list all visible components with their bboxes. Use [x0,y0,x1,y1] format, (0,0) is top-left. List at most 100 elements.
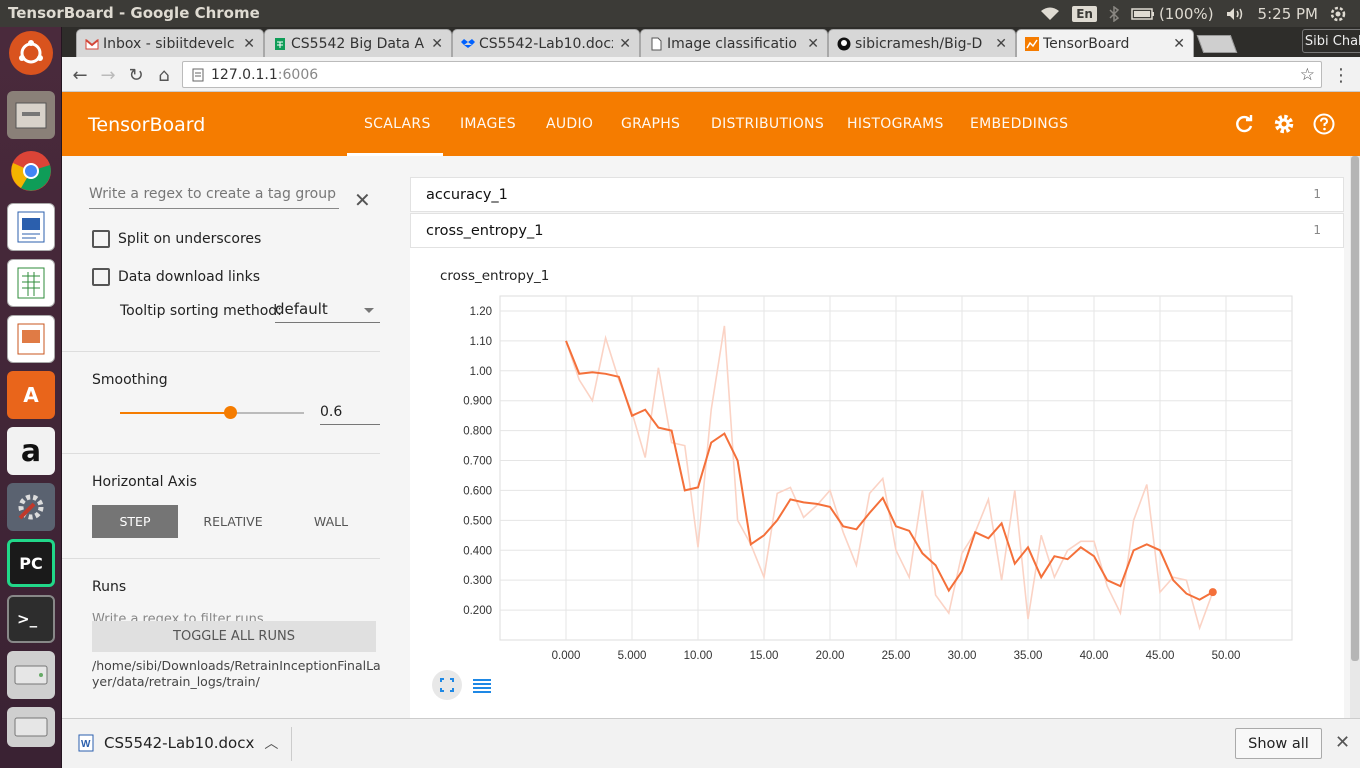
y-tick-label: 0.700 [463,456,492,468]
tensorboard-brand: TensorBoard [88,114,206,136]
browser-tab-strip: Inbox - sibiitdevelc ✕ CS5542 Big Data A… [62,27,1360,57]
y-tick-label: 1.00 [470,366,492,378]
browser-tab-image-classification[interactable]: Image classificatio ✕ [640,29,828,57]
svg-text:W: W [81,739,91,750]
back-arrow-icon[interactable]: ← [70,65,90,86]
page-scrollbar[interactable] [1350,156,1360,718]
tab-images[interactable]: IMAGES [460,116,516,132]
cross-entropy-chart[interactable]: 0.200 0.300 0.400 0.500 0.600 0.700 0.800 0.900… [410,248,1344,718]
home-icon[interactable]: ⌂ [154,65,174,86]
browser-tab-tensorboard[interactable]: TensorBoard ✕ [1016,29,1194,57]
y-tick-label: 1.10 [470,336,492,348]
terminal-icon[interactable]: >_ [7,595,55,643]
tab-histograms[interactable]: HISTOGRAMS [847,116,944,132]
smoothing-label: Smoothing [92,372,168,388]
wifi-icon[interactable] [1040,7,1060,21]
browser-tab-sheets[interactable]: CS5542 Big Data A ✕ [264,29,452,57]
refresh-icon[interactable] [1232,112,1256,136]
axis-step-button[interactable]: STEP [92,505,178,538]
browser-tab-dropbox[interactable]: CS5542-Lab10.docx ✕ [452,29,640,57]
chrome-menu-icon[interactable]: ⋮ [1332,65,1350,86]
x-tick-label: 0.000 [552,650,581,662]
new-tab-button[interactable] [1196,35,1238,53]
close-icon[interactable]: ✕ [431,36,443,52]
close-icon[interactable]: ✕ [243,36,255,52]
tooltip-sorting-label: Tooltip sorting method: [120,303,282,319]
profile-button[interactable]: Sibi Chakravar... [1302,29,1360,53]
close-icon[interactable]: ✕ [995,36,1007,52]
page-info-icon[interactable] [191,68,205,82]
tab-graphs[interactable]: GRAPHS [621,116,680,132]
smoothing-slider[interactable] [120,406,304,419]
close-icon[interactable]: ✕ [1173,36,1185,52]
settings-gear-icon[interactable] [1272,112,1296,136]
browser-tab-gmail[interactable]: Inbox - sibiitdevelc ✕ [76,29,264,57]
close-icon[interactable]: ✕ [1335,732,1350,753]
show-all-downloads-button[interactable]: Show all [1235,728,1322,759]
drive-icon-2[interactable] [7,707,55,747]
axis-relative-button[interactable]: RELATIVE [188,505,278,538]
close-icon[interactable]: ✕ [807,36,819,52]
toggle-all-runs-button[interactable]: TOGGLE ALL RUNS [92,621,376,652]
tensorboard-header: TensorBoard SCALARS IMAGES AUDIO GRAPHS … [62,92,1360,156]
x-tick-label: 35.00 [1014,650,1043,662]
chevron-up-icon[interactable]: ︿ [264,733,278,753]
sheets-icon [275,38,285,50]
system-settings-icon[interactable] [7,483,55,531]
data-download-label: Data download links [118,269,261,285]
reload-icon[interactable]: ↻ [126,65,146,86]
bookmark-star-icon[interactable]: ☆ [1300,65,1315,85]
tab-distributions[interactable]: DISTRIBUTIONS [711,116,824,132]
split-underscores-checkbox[interactable] [92,230,110,248]
close-icon[interactable]: ✕ [619,36,631,52]
system-top-bar: TensorBoard - Google Chrome En (100%) 5:… [0,0,1360,27]
clear-icon[interactable]: ✕ [354,188,371,212]
pycharm-icon[interactable]: PC [7,539,55,587]
data-download-checkbox[interactable] [92,268,110,286]
run-path[interactable]: /home/sibi/Downloads/RetrainInceptionFin… [92,658,382,690]
smoothing-slider-handle[interactable] [224,406,238,419]
last-point-marker [1208,588,1217,597]
software-center-icon[interactable]: A [7,371,55,419]
tab-label: CS5542 Big Data A [291,35,425,52]
calc-icon[interactable] [7,259,55,307]
address-host: 127.0.1.1 [211,66,278,83]
volume-icon[interactable] [1226,7,1246,21]
files-icon[interactable] [7,91,55,139]
tab-audio[interactable]: AUDIO [546,116,593,132]
smoothing-value-input[interactable]: 0.6 [320,404,380,425]
tab-embeddings[interactable]: EMBEDDINGS [970,116,1068,132]
y-tick-label: 0.800 [463,426,492,438]
address-bar[interactable]: 127.0.1.1:6006 ☆ [182,61,1322,88]
chrome-icon[interactable] [7,147,55,195]
scrollbar-thumb[interactable] [1351,156,1359,661]
bluetooth-icon[interactable] [1109,5,1119,22]
forward-arrow-icon[interactable]: → [98,65,118,86]
fit-to-screen-icon[interactable] [432,670,462,700]
tab-label: sibicramesh/Big-D [855,35,983,52]
toggle-log-scale-icon[interactable] [471,676,493,696]
x-tick-label: 5.000 [618,650,647,662]
power-gear-icon[interactable] [1330,6,1346,22]
tooltip-sorting-select[interactable]: default [275,300,380,323]
tag-group-cross-entropy[interactable]: cross_entropy_1 1 [410,213,1344,248]
ubuntu-dash-icon[interactable] [9,31,53,75]
browser-tab-github[interactable]: sibicramesh/Big-D ✕ [828,29,1016,57]
drive-icon[interactable] [7,651,55,699]
clock[interactable]: 5:25 PM [1258,5,1318,23]
impress-icon[interactable] [7,315,55,363]
tag-group-accuracy[interactable]: accuracy_1 1 [410,177,1344,212]
keyboard-layout-indicator[interactable]: En [1072,5,1097,22]
help-icon[interactable] [1312,112,1336,136]
x-tick-label: 40.00 [1080,650,1109,662]
tab-scalars[interactable]: SCALARS [364,116,431,132]
horizontal-axis-label: Horizontal Axis [92,474,197,490]
axis-wall-button[interactable]: WALL [288,505,374,538]
tag-group-regex-input[interactable]: Write a regex to create a tag group [89,186,339,209]
amazon-icon[interactable]: a [7,427,55,475]
y-tick-label: 0.200 [463,605,492,617]
writer-icon[interactable] [7,203,55,251]
scalars-sidebar: Write a regex to create a tag group ✕ Sp… [62,156,408,718]
download-item[interactable]: W CS5542-Lab10.docx ︿ [78,733,278,753]
battery-indicator[interactable]: (100%) [1131,5,1214,23]
